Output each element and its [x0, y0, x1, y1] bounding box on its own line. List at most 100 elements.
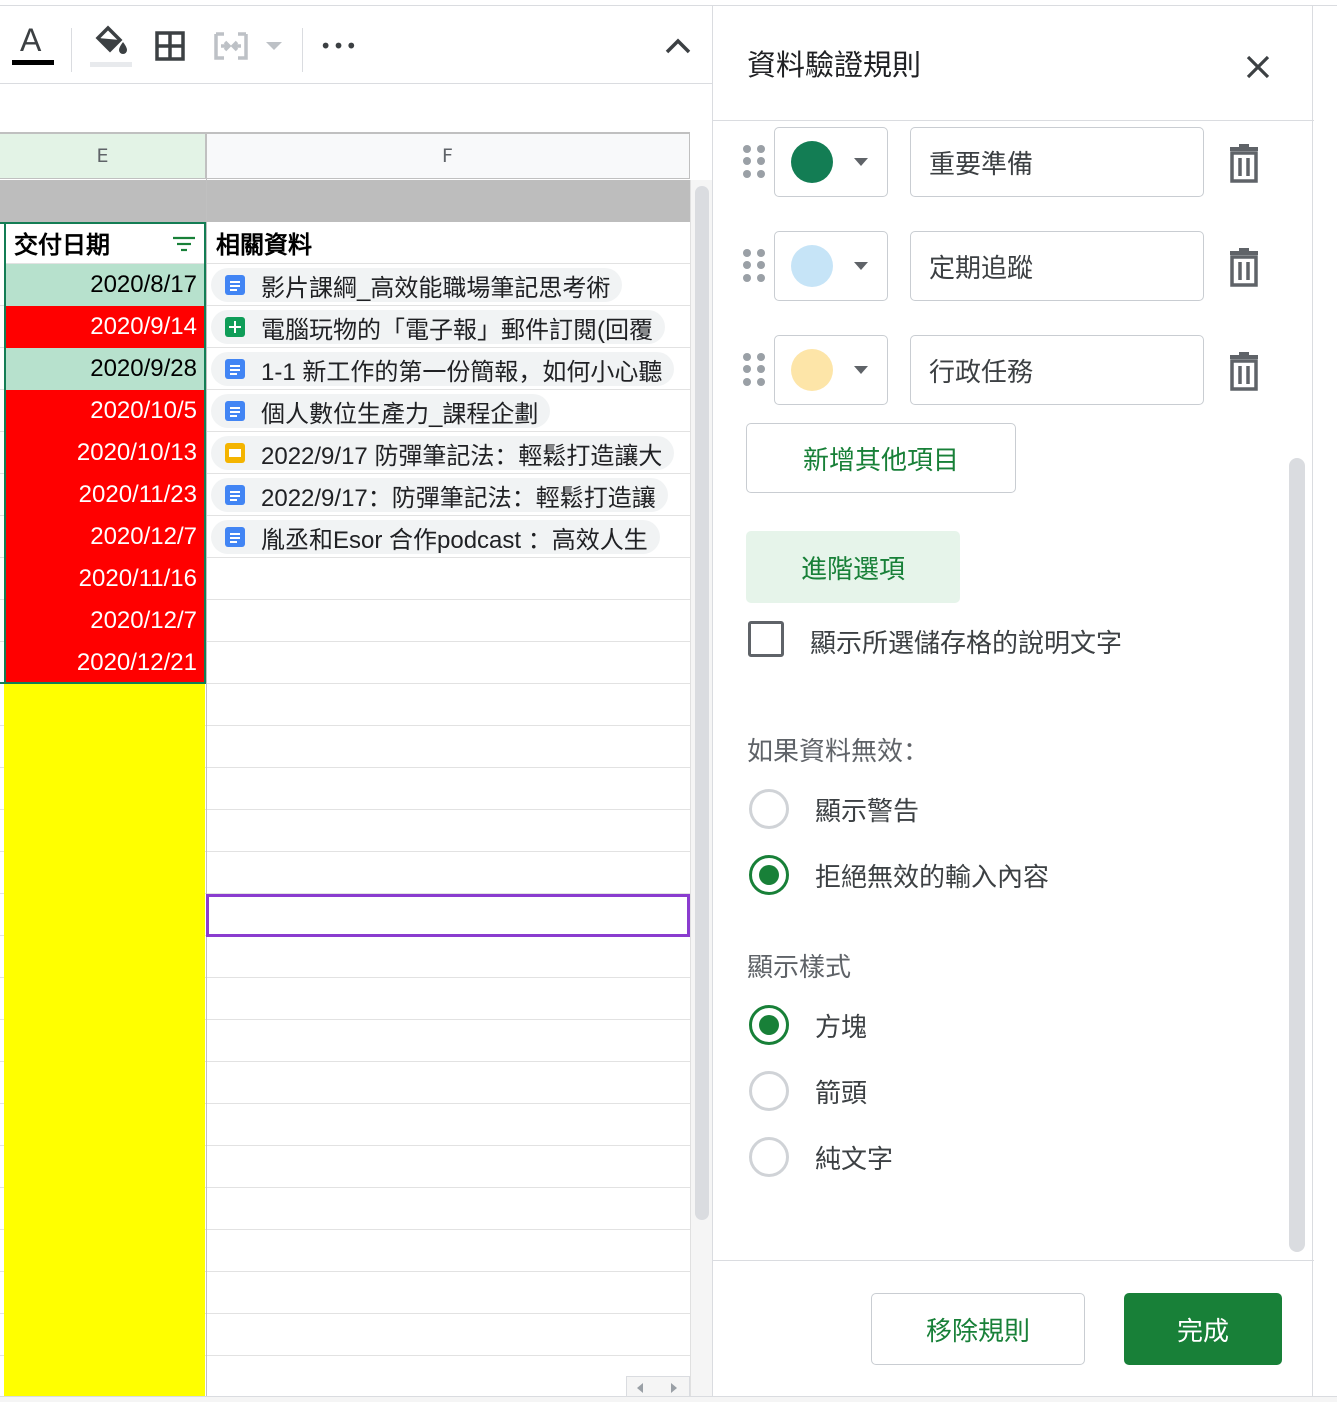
item-color-picker[interactable] [774, 335, 888, 405]
file-smart-chip[interactable]: 1-1 新工作的第一份簡報，如何小心聽 [211, 352, 675, 386]
date-cell[interactable] [4, 768, 205, 810]
display-style-option-radio[interactable] [749, 1137, 789, 1177]
date-cell[interactable] [4, 726, 205, 768]
selected-cell[interactable] [206, 894, 690, 937]
file-smart-chip[interactable]: 2022/9/17：防彈筆記法：輕鬆打造讓 [211, 478, 668, 512]
table-row[interactable] [0, 1104, 690, 1146]
drag-handle-icon[interactable] [743, 353, 765, 387]
column-header-f[interactable]: F [206, 132, 690, 179]
date-cell[interactable] [4, 1188, 205, 1230]
date-cell[interactable] [4, 936, 205, 978]
delete-item-button[interactable] [1227, 247, 1261, 287]
table-row[interactable] [0, 768, 690, 810]
panel-scrollbar[interactable] [1289, 458, 1305, 1252]
table-row[interactable] [0, 1188, 690, 1230]
collapse-toolbar-button[interactable] [658, 28, 698, 64]
file-smart-chip[interactable]: 胤丞和Esor 合作podcast ：高效人生 [211, 520, 660, 554]
date-cell[interactable] [4, 894, 205, 936]
related-data-cell[interactable] [207, 936, 690, 978]
table-row[interactable] [0, 1272, 690, 1314]
related-data-cell[interactable] [207, 1272, 690, 1314]
table-row[interactable] [0, 726, 690, 768]
date-cell[interactable] [4, 978, 205, 1020]
related-data-cell[interactable]: 胤丞和Esor 合作podcast ：高效人生 [207, 516, 690, 558]
related-data-cell[interactable]: 2022/9/17：防彈筆記法：輕鬆打造讓 [207, 474, 690, 516]
related-data-cell[interactable]: 電腦玩物的「電子報」郵件訂閱(回覆 [207, 306, 690, 348]
date-cell[interactable] [4, 1314, 205, 1356]
file-smart-chip[interactable]: 2022/9/17 防彈筆記法：輕鬆打造讓大 [211, 436, 675, 470]
date-cell[interactable] [4, 1062, 205, 1104]
related-data-cell[interactable] [207, 1104, 690, 1146]
related-data-cell[interactable] [207, 1020, 690, 1062]
date-cell[interactable] [4, 1020, 205, 1062]
sheet-vertical-scrollbar[interactable] [690, 180, 712, 1402]
file-smart-chip[interactable]: 電腦玩物的「電子報」郵件訂閱(回覆 [211, 310, 665, 344]
add-item-button[interactable]: 新增其他項目 [746, 423, 1016, 493]
drag-handle-icon[interactable] [743, 249, 765, 283]
table-row[interactable] [0, 810, 690, 852]
delete-item-button[interactable] [1227, 143, 1261, 183]
advanced-options-button[interactable]: 進階選項 [746, 531, 960, 603]
related-data-cell[interactable] [207, 1146, 690, 1188]
item-value-input[interactable]: 定期追蹤 [910, 231, 1204, 301]
date-cell[interactable] [4, 1230, 205, 1272]
sheet-scrollbar-thumb[interactable] [695, 186, 709, 1220]
table-row[interactable] [0, 684, 690, 726]
related-data-cell[interactable] [207, 600, 690, 642]
related-data-cell[interactable] [207, 726, 690, 768]
table-row[interactable] [0, 978, 690, 1020]
table-row[interactable] [0, 1356, 690, 1398]
date-cell[interactable] [4, 810, 205, 852]
related-data-cell[interactable] [207, 1188, 690, 1230]
spreadsheet-grid[interactable]: E F 交付日期 相關資料 2020/8/17 影片課綱_高效能職場筆記思考術 20… [0, 84, 712, 1402]
date-cell[interactable] [4, 1146, 205, 1188]
date-cell[interactable] [4, 852, 205, 894]
item-value-input[interactable]: 重要準備 [910, 127, 1204, 197]
related-data-cell[interactable]: 影片課綱_高效能職場筆記思考術 [207, 264, 690, 306]
file-smart-chip[interactable]: 影片課綱_高效能職場筆記思考術 [211, 268, 623, 302]
table-row[interactable] [0, 852, 690, 894]
date-cell[interactable] [4, 1272, 205, 1314]
related-data-cell[interactable]: 2022/9/17 防彈筆記法：輕鬆打造讓大 [207, 432, 690, 474]
related-data-cell[interactable] [207, 1314, 690, 1356]
related-data-cell[interactable] [207, 768, 690, 810]
file-smart-chip[interactable]: 個人數位生產力_課程企劃 [211, 394, 551, 428]
scroll-right-arrow-icon[interactable] [671, 1383, 677, 1393]
table-row[interactable] [0, 936, 690, 978]
related-data-cell[interactable]: 個人數位生產力_課程企劃 [207, 390, 690, 432]
fill-color-button[interactable] [88, 20, 134, 70]
more-options-icon[interactable]: ••• [318, 26, 360, 66]
related-data-cell[interactable] [207, 1230, 690, 1272]
date-cell[interactable] [4, 684, 205, 726]
borders-button[interactable] [150, 26, 190, 66]
date-cell[interactable] [4, 1356, 205, 1398]
table-row[interactable] [0, 1230, 690, 1272]
related-data-cell[interactable] [207, 558, 690, 600]
scroll-left-arrow-icon[interactable] [637, 1383, 643, 1393]
related-data-cell[interactable] [207, 810, 690, 852]
drag-handle-icon[interactable] [743, 145, 765, 179]
header-cell-related-data[interactable]: 相關資料 [206, 222, 690, 264]
related-data-cell[interactable] [207, 978, 690, 1020]
date-cell[interactable] [4, 1104, 205, 1146]
help-text-checkbox[interactable] [748, 621, 784, 657]
table-row[interactable] [0, 1020, 690, 1062]
item-color-picker[interactable] [774, 231, 888, 301]
item-value-input[interactable]: 行政任務 [910, 335, 1204, 405]
column-header-e[interactable]: E [0, 132, 206, 179]
related-data-cell[interactable] [207, 642, 690, 684]
item-color-picker[interactable] [774, 127, 888, 197]
done-button[interactable]: 完成 [1124, 1293, 1282, 1365]
invalid-data-option-radio[interactable] [749, 855, 789, 895]
related-data-cell[interactable] [207, 852, 690, 894]
related-data-cell[interactable] [207, 684, 690, 726]
related-data-cell[interactable] [207, 1062, 690, 1104]
text-color-button[interactable]: A [10, 20, 56, 70]
merge-cells-button[interactable] [210, 26, 290, 66]
remove-rule-button[interactable]: 移除規則 [871, 1293, 1085, 1365]
table-row[interactable] [0, 1314, 690, 1356]
delete-item-button[interactable] [1227, 351, 1261, 391]
table-row[interactable] [0, 1062, 690, 1104]
display-style-option-radio[interactable] [749, 1071, 789, 1111]
invalid-data-option-radio[interactable] [749, 789, 789, 829]
